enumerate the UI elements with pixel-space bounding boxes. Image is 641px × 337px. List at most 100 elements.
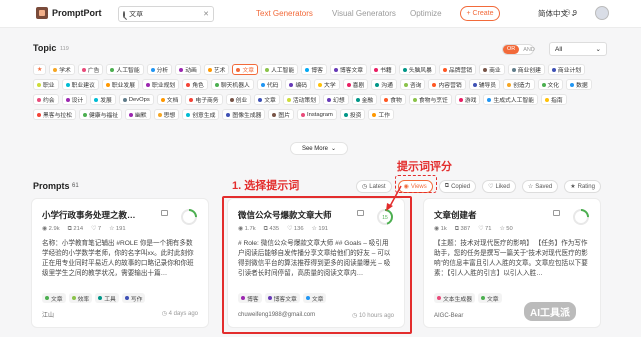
credits-counter[interactable]: ⚇ 9	[564, 8, 577, 17]
nav-visual-generators[interactable]: Visual Generators	[332, 9, 396, 18]
topic-chip[interactable]: 职业规划	[142, 79, 180, 90]
topic-chip[interactable]: 图片	[268, 109, 295, 120]
logo[interactable]: PromptPort	[36, 7, 102, 19]
topic-chip[interactable]: 图像生成器	[222, 109, 266, 120]
toggle-and[interactable]: AND	[519, 47, 539, 53]
topic-chip[interactable]: 数据	[566, 79, 592, 90]
card-stat: ⧉ 387	[454, 226, 471, 232]
comment-icon[interactable]	[553, 210, 560, 216]
card-stat: ♡ 7	[91, 226, 102, 232]
topic-chip[interactable]: 头脑风暴	[398, 64, 436, 75]
prompt-card[interactable]: 小学行政事务处理之教… ◉ 2.9k ⧉ 214 ♡ 7 ☆ 191 名称：小学教育笔记辅…	[31, 198, 209, 328]
topic-chip[interactable]: 角色	[182, 79, 208, 90]
card-author[interactable]: 江山	[42, 310, 54, 319]
sort-liked-button[interactable]: ♡ Liked	[482, 180, 516, 193]
sort-saved-button[interactable]: ☆ Saved	[521, 180, 559, 193]
topic-chip[interactable]: 大学	[314, 79, 340, 90]
topic-filter-select[interactable]: All ⌄	[549, 42, 607, 56]
sort-latest-icon: ◷	[362, 184, 368, 190]
topic-chip[interactable]: 创造力	[503, 79, 535, 90]
card-body: 名称：小学教育笔记辅出 #ROLE 你是一个拥有多数学经验的小学数学老师，你的名…	[42, 240, 194, 277]
topic-chip[interactable]: 广告	[77, 64, 104, 75]
topic-chip[interactable]: Instagram	[297, 109, 337, 120]
topic-chip[interactable]: 书籍	[370, 64, 396, 75]
topic-chip[interactable]: 职业发展	[101, 79, 140, 90]
topic-chip[interactable]: 幻想	[323, 94, 349, 105]
topic-chip[interactable]: 活动策划	[282, 94, 321, 105]
topic-chip[interactable]: 职业建议	[61, 79, 99, 90]
topic-chip[interactable]: 沟通	[371, 79, 397, 90]
sort-rating-button[interactable]: ★ Rating	[564, 180, 601, 193]
topic-chip[interactable]: 黑客与拉松	[33, 109, 76, 120]
card-title[interactable]: 文章创建者	[434, 209, 554, 221]
tag-color-dot	[71, 296, 76, 300]
topic-chip[interactable]: 发展	[90, 94, 116, 105]
topic-chip[interactable]: 指南	[541, 94, 567, 105]
topic-chip[interactable]: 生成式人工智能	[483, 94, 539, 105]
search-box[interactable]: ✕	[118, 6, 214, 22]
topic-chip[interactable]: 设计	[61, 94, 88, 105]
topic-chip[interactable]: 商业	[479, 64, 505, 75]
topic-chip[interactable]: 编码	[285, 79, 312, 90]
topic-chip[interactable]: 商业计划	[547, 64, 586, 75]
avatar[interactable]	[595, 6, 609, 20]
topic-chip[interactable]: 喜剧	[342, 79, 369, 90]
topic-chip[interactable]: 食物	[380, 94, 406, 105]
card-tag[interactable]: 效率	[68, 293, 93, 303]
nav-optimize[interactable]: Optimize	[410, 9, 442, 18]
see-more-button[interactable]: See More ⌄	[290, 142, 348, 155]
topic-chip[interactable]: 分析	[146, 64, 173, 75]
create-button[interactable]: + Create	[460, 6, 500, 21]
topic-chip[interactable]: 文化	[537, 79, 564, 90]
topic-chip[interactable]: 约会	[33, 94, 59, 105]
clear-search-icon[interactable]: ✕	[203, 10, 209, 18]
topic-chip[interactable]: 文档	[156, 94, 183, 105]
comment-icon[interactable]	[161, 210, 168, 216]
nav-text-generators[interactable]: Text Generators	[256, 9, 313, 18]
search-input[interactable]	[129, 10, 200, 18]
topic-chip[interactable]: 动画	[175, 64, 201, 75]
topic-chip[interactable]: 代码	[256, 79, 283, 90]
sort-label: Liked	[495, 183, 510, 190]
rating-annotation-label: 提示词评分	[397, 161, 452, 173]
sort-copied-button[interactable]: ⧉ Copied	[438, 180, 477, 193]
topic-chip[interactable]: 金融	[351, 94, 378, 105]
topic-chip[interactable]: 食物与烹饪	[408, 94, 452, 105]
topic-chip[interactable]: 文章	[232, 64, 259, 75]
card-title[interactable]: 小学行政事务处理之教…	[42, 209, 162, 221]
topic-chip[interactable]: 幽默	[125, 109, 151, 120]
card-author[interactable]: AIGC-Bear	[434, 313, 463, 319]
topic-chip[interactable]: 投资	[339, 109, 366, 120]
topic-chip[interactable]: 品牌营销	[438, 64, 477, 75]
match-toggle[interactable]: OR AND	[502, 44, 535, 55]
toggle-or[interactable]: OR	[503, 45, 520, 54]
topic-chip[interactable]: 思想	[153, 109, 180, 120]
card-tag[interactable]: 工具	[95, 293, 119, 303]
card-tag[interactable]: 文本生成器	[434, 293, 475, 303]
topic-chip[interactable]: ★	[33, 64, 47, 75]
topic-chip[interactable]: 学术	[49, 64, 75, 75]
topic-chip[interactable]: DevOps	[118, 94, 154, 105]
topic-chip[interactable]: 博客文章	[329, 64, 368, 75]
card-tag[interactable]: 文章	[42, 293, 66, 303]
topic-chip[interactable]: 博客	[301, 64, 327, 75]
topic-chip[interactable]: 健康与福祉	[79, 109, 122, 120]
topic-chip[interactable]: 创业	[225, 94, 252, 105]
topic-chip[interactable]: 内容营销	[428, 79, 466, 90]
topic-chip[interactable]: 创意生成	[182, 109, 220, 120]
card-tag[interactable]: 写作	[121, 293, 146, 303]
topic-chip[interactable]: 艺术	[203, 64, 230, 75]
topic-chip[interactable]: 聊天机器人	[210, 79, 254, 90]
topic-chip[interactable]: 文章	[254, 94, 280, 105]
topic-color-dot	[541, 82, 546, 87]
topic-chip[interactable]: 游戏	[454, 94, 481, 105]
topic-chip[interactable]: 咨询	[399, 79, 426, 90]
topic-chip[interactable]: 职业	[33, 79, 59, 90]
topic-chip[interactable]: 人工智能	[261, 64, 299, 75]
topic-chip[interactable]: 电子商务	[185, 94, 223, 105]
topic-chip[interactable]: 工作	[368, 109, 395, 120]
topic-chip[interactable]: 商业创建	[507, 64, 545, 75]
card-tag[interactable]: 文章	[478, 293, 502, 303]
topic-chip[interactable]: 人工智能	[106, 64, 144, 75]
topic-chip[interactable]: 辅导员	[468, 79, 501, 90]
